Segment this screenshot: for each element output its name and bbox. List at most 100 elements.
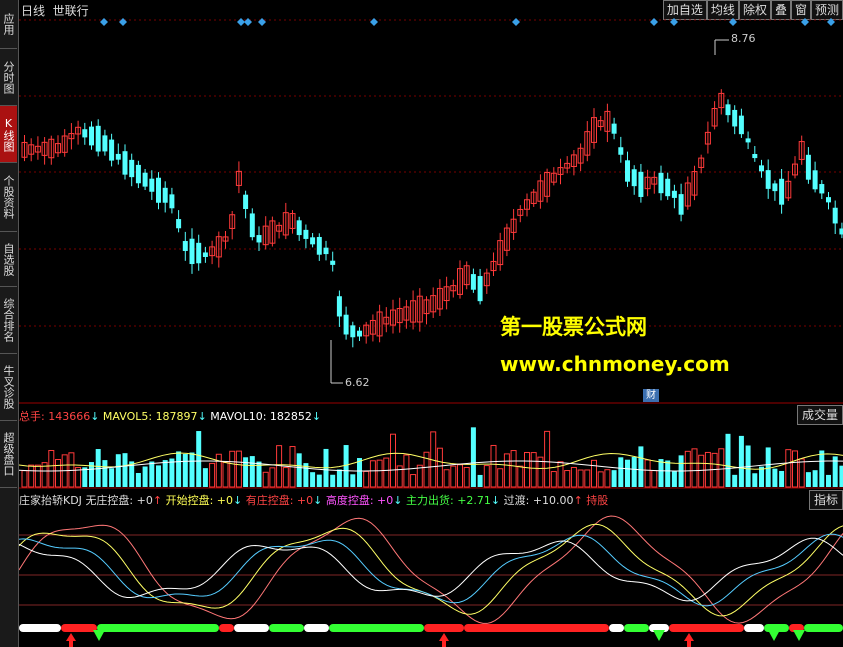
candle-down	[196, 242, 202, 264]
volume-bar-up	[524, 451, 530, 488]
candle-down	[752, 153, 758, 159]
volume-bar-down	[336, 469, 342, 487]
event-marker-icon	[801, 18, 809, 26]
candle-down	[89, 126, 94, 146]
mavol10-value: 182852	[269, 410, 312, 423]
sidebar-item-kline[interactable]: K线图	[0, 106, 17, 163]
sidebar-item-stock-info[interactable]: 个股资料	[0, 163, 17, 232]
volume-legend: 总手: 143666↓ MAVOL5: 187897↓ MAVOL10: 182…	[19, 410, 322, 423]
candle-down	[303, 229, 309, 239]
sidebar-item-app[interactable]: 应用	[0, 0, 17, 49]
event-markers	[100, 18, 835, 26]
volume-bar-up	[517, 465, 524, 488]
volume-bar-up	[410, 474, 417, 488]
volume-bar-up	[282, 467, 289, 488]
volume-bar-down	[109, 468, 115, 487]
volume-bar-up	[48, 449, 55, 488]
volume-bar-down	[618, 457, 624, 487]
candle-down	[142, 172, 148, 187]
volume-bar-down	[470, 427, 476, 487]
volume-bar-down	[169, 458, 175, 487]
kdj-k-line	[19, 515, 843, 624]
signal-segment	[669, 624, 744, 632]
candle-down	[819, 184, 825, 194]
volume-bar-up	[691, 448, 698, 488]
signal-segment	[234, 624, 269, 632]
candle-down	[832, 207, 838, 224]
candle-down	[658, 172, 664, 194]
finance-badge[interactable]: 财	[643, 389, 659, 402]
volume-bar-down	[196, 431, 202, 487]
signal-segment	[304, 624, 329, 632]
volume-bar-down	[625, 459, 630, 487]
volume-bar-down	[330, 474, 336, 487]
signal-segment	[269, 624, 304, 632]
volume-bar-down	[296, 453, 302, 487]
volume-bar-up	[463, 467, 470, 488]
volume-bar-down	[752, 473, 758, 487]
volume-bar-down	[135, 472, 141, 487]
volume-bar-up	[490, 444, 497, 488]
sidebar-item-super-panel[interactable]: 超级盘口	[0, 421, 17, 488]
kdj-legend-item: 无庄控盘: +0	[85, 494, 153, 507]
volume-bar-up	[544, 430, 551, 488]
buy-arrow-icon	[684, 633, 694, 647]
candle-down	[725, 104, 731, 116]
kline-chart[interactable]	[19, 0, 843, 647]
candle-down	[665, 178, 671, 197]
sidebar-item-timeshare[interactable]: 分时图	[0, 49, 17, 106]
candle-down	[115, 153, 121, 160]
sell-arrow-icon	[93, 630, 105, 641]
sidebar-item-watchlist[interactable]: 自选股	[0, 232, 17, 287]
candle-down	[765, 170, 771, 189]
indicator-button[interactable]: 指标	[808, 490, 843, 510]
sell-arrow-icon	[768, 630, 780, 641]
volume-bar-up	[390, 433, 396, 488]
sidebar-item-ranking[interactable]: 综合排名	[0, 287, 17, 354]
candle-down	[310, 237, 316, 245]
volume-bar-down	[122, 453, 128, 487]
candle-down	[202, 252, 208, 257]
event-marker-icon	[729, 18, 737, 26]
volume-bar-up	[597, 471, 604, 488]
candle-down	[611, 123, 617, 134]
volume-bar-up	[530, 452, 537, 488]
sell-arrow-icon	[793, 630, 805, 641]
volume-bar-down	[779, 470, 785, 487]
volume-bar-up	[785, 449, 792, 488]
candle-down	[826, 197, 831, 203]
volume-indicator-button[interactable]: 成交量	[796, 405, 843, 425]
volume-bar-down	[805, 472, 811, 487]
volume-bar-down	[819, 450, 825, 487]
kdj-tail-label: 持股	[586, 494, 609, 507]
volume-bar-up	[229, 450, 236, 488]
candle-down	[357, 330, 362, 337]
volume-bar-down	[772, 468, 778, 487]
event-marker-icon	[244, 18, 252, 26]
event-marker-icon	[670, 18, 678, 26]
sidebar: 应用 分时图 K线图 个股资料 自选股 综合排名 牛叉诊股 超级盘口	[0, 0, 19, 647]
signal-segment	[424, 624, 464, 632]
candle-down	[95, 125, 101, 152]
volume-bar-down	[671, 471, 677, 487]
volume-bar-down	[310, 472, 316, 487]
volume-bar-up	[644, 459, 651, 488]
candle-down	[678, 194, 684, 215]
sidebar-item-diagnosis[interactable]: 牛叉诊股	[0, 354, 17, 421]
candle-down	[772, 183, 778, 192]
volume-bar-down	[202, 468, 208, 487]
event-marker-icon	[370, 18, 378, 26]
volume-bar-up	[21, 470, 28, 488]
watermark-url: www.chnmoney.com	[500, 352, 730, 376]
candle-down	[805, 154, 811, 180]
volume-bar-up	[363, 470, 370, 488]
volume-bar-down	[142, 466, 148, 487]
volume-bar-up	[34, 464, 41, 488]
kdj-legend-item: 有庄控盘: +0	[245, 494, 314, 507]
signal-segment	[624, 624, 649, 632]
volume-bar-down	[350, 474, 356, 487]
volume-bar-up	[376, 459, 383, 488]
volume-bar-up	[209, 462, 216, 488]
candle-down	[162, 187, 168, 203]
volume-bar-down	[156, 465, 161, 487]
